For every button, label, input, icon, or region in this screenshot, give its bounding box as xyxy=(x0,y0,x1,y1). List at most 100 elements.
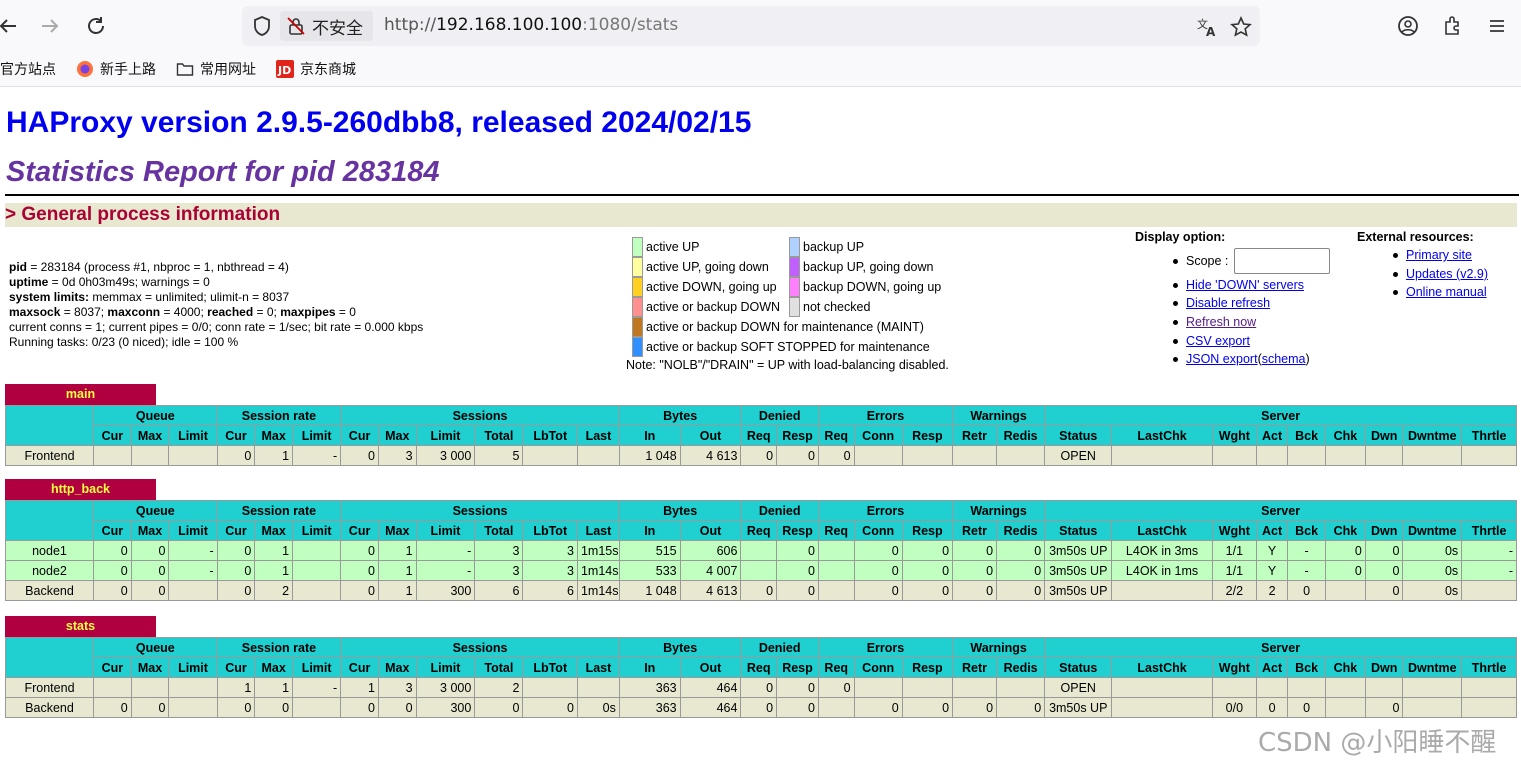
table-row: Backend 0 0 0 2 0 1 300 6 6 1m14s 1 048 4 613 0 0 0 0 0 0 3… xyxy=(5,580,1517,601)
scope-row: Scope : xyxy=(1173,248,1331,274)
row-name[interactable]: Backend xyxy=(5,697,94,718)
column-header: Max xyxy=(377,657,417,678)
table-cell: 1m14s xyxy=(576,560,620,581)
header-blank xyxy=(5,405,94,446)
table-cell: 0 xyxy=(996,697,1046,718)
updates-link[interactable]: Updates (v2.9) xyxy=(1406,267,1488,281)
insecure-indicator[interactable]: 不安全 xyxy=(280,11,373,41)
table-cell: 0 xyxy=(740,677,778,698)
online-manual-link[interactable]: Online manual xyxy=(1406,285,1487,299)
bookmark-jd[interactable]: JD 京东商城 xyxy=(276,58,356,80)
display-options: Display option: Scope : Hide 'DOWN' serv… xyxy=(1135,230,1331,366)
legend-swatch xyxy=(789,277,800,297)
row-name[interactable]: node1 xyxy=(5,540,94,561)
column-header: Thrtle xyxy=(1461,425,1517,446)
row-name[interactable]: Frontend xyxy=(5,445,94,466)
bullet-icon xyxy=(1173,319,1178,325)
column-header: Limit xyxy=(292,657,342,678)
column-header: Bck xyxy=(1287,425,1326,446)
primary-site-link[interactable]: Primary site xyxy=(1406,248,1472,262)
table-cell: 0 xyxy=(776,697,819,718)
table-cell: 0 xyxy=(93,697,132,718)
table-cell xyxy=(740,560,778,581)
proxy-name-http_back[interactable]: http_back xyxy=(5,479,156,500)
group-header: Errors xyxy=(817,637,954,658)
table-cell xyxy=(130,445,170,466)
stats-table-main: Queue Session rate Sessions Bytes Denied Erro… xyxy=(5,405,1517,466)
disable-refresh-link[interactable]: Disable refresh xyxy=(1186,296,1270,310)
table-cell: 0 xyxy=(776,540,819,561)
table-cell: 0 xyxy=(952,560,998,581)
legend-item: active or backup SOFT STOPPED for mainte… xyxy=(632,337,930,357)
row-name[interactable]: node2 xyxy=(5,560,94,581)
column-header: Out xyxy=(679,657,742,678)
column-header: Limit xyxy=(168,657,218,678)
proxy-name-stats[interactable]: stats xyxy=(5,616,156,637)
table-cell xyxy=(576,677,620,698)
table-cell xyxy=(1111,580,1213,601)
table-cell: L4OK in 3ms xyxy=(1111,540,1213,561)
account-icon[interactable] xyxy=(1392,10,1424,42)
table-cell xyxy=(1402,445,1463,466)
column-header: Limit xyxy=(415,657,476,678)
back-arrow-icon[interactable] xyxy=(0,10,24,42)
proxy-name-main[interactable]: main xyxy=(5,384,156,405)
table-cell: 0s xyxy=(1402,560,1463,581)
forward-arrow-icon[interactable] xyxy=(34,10,66,42)
column-header: Act xyxy=(1255,425,1289,446)
column-header: LbTot xyxy=(522,657,578,678)
bookmark-official-site[interactable]: 官方站点 xyxy=(0,58,56,80)
reload-icon[interactable] xyxy=(80,10,112,42)
table-cell: 0 xyxy=(93,580,132,601)
bookmark-star-icon[interactable] xyxy=(1228,14,1254,40)
bookmark-getting-started[interactable]: 新手上路 xyxy=(76,58,156,80)
table-cell xyxy=(292,560,342,581)
group-header: Sessions xyxy=(340,500,620,521)
header-blank xyxy=(5,500,94,541)
row-name[interactable]: Backend xyxy=(5,580,94,601)
table-cell: 0 xyxy=(901,697,954,718)
extensions-icon[interactable] xyxy=(1437,10,1469,42)
page-content: HAProxy version 2.9.5-260dbb8, released … xyxy=(0,87,1521,762)
table-cell: 0s xyxy=(1402,540,1463,561)
csv-export-link[interactable]: CSV export xyxy=(1186,334,1250,348)
row-name[interactable]: Frontend xyxy=(5,677,94,698)
table-cell: 0 xyxy=(817,445,855,466)
table-cell: 0 xyxy=(996,560,1046,581)
maxconn-value: = 4000; xyxy=(160,305,208,319)
table-cell: - xyxy=(168,540,218,561)
table-cell: 6 xyxy=(474,580,524,601)
menu-icon[interactable] xyxy=(1481,10,1513,42)
table-cell xyxy=(1324,677,1366,698)
scope-input[interactable] xyxy=(1234,248,1331,274)
url-text[interactable]: http://192.168.100.100:1080/stats xyxy=(384,15,678,35)
group-header: Denied xyxy=(740,637,819,658)
group-header: Queue xyxy=(93,500,218,521)
table-cell: 0 xyxy=(740,580,778,601)
bookmark-common-sites[interactable]: 常用网址 xyxy=(176,58,256,80)
table-cell: 300 xyxy=(415,580,476,601)
refresh-now-link[interactable]: Refresh now xyxy=(1186,315,1256,329)
table-cell xyxy=(522,445,578,466)
table-cell: - xyxy=(415,560,476,581)
json-schema-link[interactable]: schema xyxy=(1262,352,1306,366)
table-cell: 0 xyxy=(216,540,256,561)
address-bar[interactable]: 不安全 http://192.168.100.100:1080/stats 文A xyxy=(242,6,1260,46)
tracking-shield-icon[interactable] xyxy=(250,14,274,38)
table-cell: 5 xyxy=(474,445,524,466)
table-cell: 0 xyxy=(522,697,578,718)
column-header: In xyxy=(618,520,681,541)
group-header: Session rate xyxy=(216,405,342,426)
maxpipes-label: maxpipes xyxy=(280,305,336,319)
bullet-icon xyxy=(1393,271,1398,277)
table-cell: 0 xyxy=(952,540,998,561)
column-header: Cur xyxy=(216,657,256,678)
table-cell: 0 xyxy=(952,580,998,601)
hide-down-servers-link[interactable]: Hide 'DOWN' servers xyxy=(1186,278,1304,292)
table-cell: 363 xyxy=(618,677,681,698)
divider xyxy=(5,194,1519,196)
table-cell: 0 xyxy=(1255,697,1289,718)
json-export-link[interactable]: JSON export xyxy=(1186,352,1258,366)
translate-icon[interactable]: 文A xyxy=(1194,14,1220,40)
column-header: Req xyxy=(817,425,855,446)
